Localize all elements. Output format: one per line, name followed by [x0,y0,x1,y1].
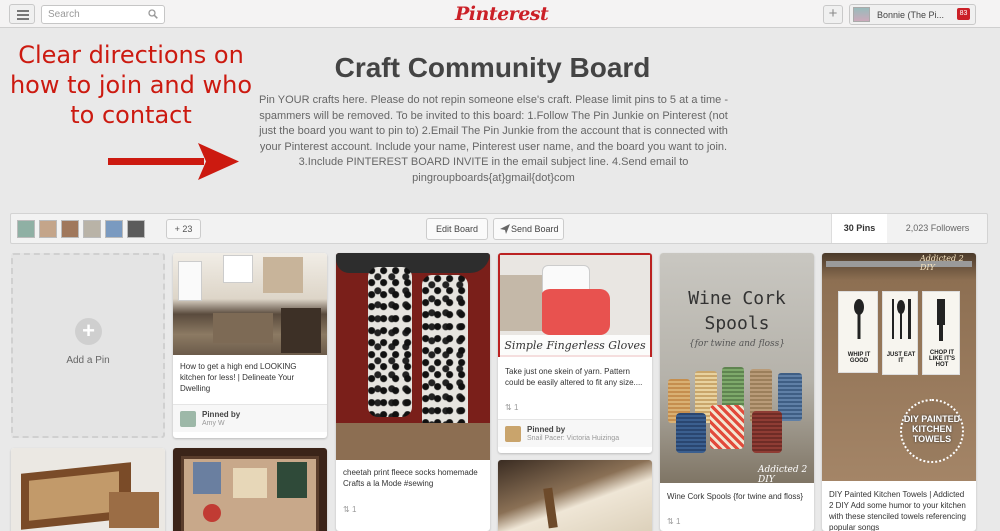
send-icon [500,224,510,234]
pin-image[interactable]: Wine Cork Spools {for twine and floss} A… [660,253,814,485]
pin-image-title: Wine Cork [688,288,786,309]
pinner-name[interactable]: Snail Pacer: Victoria Huizinga [527,435,619,442]
avatar[interactable] [127,220,145,238]
pin-card[interactable]: How to get a high end LOOKING kitchen fo… [173,253,327,438]
avatar[interactable] [505,426,521,442]
pin-image-caption: Simple Fingerless Gloves [500,335,650,357]
annotation-text: Clear directions on how to join and who … [6,40,256,130]
pin-image-stamp: DIY PAINTED KITCHEN TOWELS [900,399,964,463]
avatar[interactable] [105,220,123,238]
avatar[interactable] [39,220,57,238]
pin-image[interactable] [173,448,327,531]
avatar[interactable] [180,411,196,427]
repin-count: ⇅ 1 [505,403,518,412]
send-board-button[interactable]: Send Board [493,218,564,240]
pinner-name[interactable]: Amy W [202,420,225,427]
pin-image[interactable] [173,253,327,355]
search-icon[interactable] [148,9,158,19]
board-title: Craft Community Board [334,52,651,83]
pin-image[interactable]: Addicted 2 DIY WHIP IT GOOD JUST EAT IT … [822,253,976,481]
pin-description: Wine Cork Spools {for twine and floss} [667,492,804,501]
towel-text: WHIP IT GOOD [847,352,871,364]
collaborator-avatars [17,220,149,239]
notification-badge[interactable]: 83 [957,8,970,20]
menu-icon-line [17,18,29,20]
pin-image[interactable]: Simple Fingerless Gloves [498,253,652,357]
annotation-line: Clear directions on [18,41,244,69]
pin-description: Take just one skein of yarn. Pattern cou… [505,367,643,387]
pin-image[interactable] [11,448,165,531]
pin-card[interactable]: cheetah print fleece socks homemade Craf… [336,253,490,531]
avatar[interactable] [17,220,35,238]
pin-image-title: Spools [704,313,770,334]
repin-icon: ⇅ [505,403,514,412]
pin-image[interactable] [336,253,490,460]
avatar[interactable] [61,220,79,238]
pinterest-logo[interactable]: Pinterest [455,3,549,25]
towel-text: CHOP IT LIKE IT'S HOT [928,350,956,368]
menu-button[interactable] [9,4,35,24]
add-pin-card[interactable]: + Add a Pin [11,253,165,438]
pin-description: DIY Painted Kitchen Towels | Addicted 2 … [829,490,966,531]
send-board-label: Send Board [511,224,559,234]
plus-icon: + [828,5,838,22]
pin-description: cheetah print fleece socks homemade Craf… [343,468,478,488]
top-nav-bar: Search Pinterest + Bonnie (The Pi... 83 [0,0,1000,28]
pin-card[interactable] [173,448,327,531]
search-placeholder: Search [48,9,80,20]
pin-image[interactable] [498,460,652,531]
towel-text: JUST EAT IT [886,352,916,364]
pin-image-subtitle: {for twine and floss} [689,339,785,349]
repin-count-value: 1 [513,403,519,412]
repin-count: ⇅ 1 [667,517,680,526]
pinner-info[interactable]: Pinned by Amy W [173,404,327,432]
annotation-line: how to join and who [9,71,253,99]
repin-count: ⇅ 1 [343,505,356,514]
pin-card[interactable] [11,448,165,531]
repin-count-value: 1 [351,505,357,514]
pin-description: How to get a high end LOOKING kitchen fo… [180,362,297,393]
user-name: Bonnie (The Pi... [877,10,945,20]
annotation-arrow-icon [108,143,239,180]
pin-card[interactable]: Wine Cork Spools {for twine and floss} A… [660,253,814,531]
repin-icon: ⇅ [343,505,352,514]
pin-card[interactable]: Simple Fingerless Gloves Take just one s… [498,253,652,453]
pinner-info[interactable]: Pinned by Snail Pacer: Victoria Huizinga [498,419,652,447]
pin-card[interactable] [498,460,652,531]
add-pin-label: Add a Pin [66,355,110,366]
user-menu-button[interactable]: Bonnie (The Pi... 83 [849,4,976,25]
watermark: Addicted 2 DIY [920,254,964,272]
pin-card[interactable]: Addicted 2 DIY WHIP IT GOOD JUST EAT IT … [822,253,976,531]
tab-pins[interactable]: 30 Pins [831,214,887,243]
repin-count-value: 1 [675,517,681,526]
annotation-line: to contact [70,101,192,129]
more-collaborators-button[interactable]: + 23 [166,219,201,239]
pinned-by-label: Pinned by [202,410,241,419]
edit-board-button[interactable]: Edit Board [426,218,488,240]
menu-icon-line [17,14,29,16]
avatar [853,7,870,22]
avatar[interactable] [83,220,101,238]
watermark: Addicted 2 DIY [758,465,808,485]
tab-followers[interactable]: 2,023 Followers [887,214,988,243]
board-action-bar: + 23 Edit Board Send Board 30 Pins 2,023… [10,213,988,244]
board-description: Pin YOUR crafts here. Please do not repi… [258,94,728,184]
repin-icon: ⇅ [667,517,676,526]
plus-icon: + [75,318,102,345]
add-button[interactable]: + [823,5,843,24]
search-input[interactable]: Search [41,5,165,24]
menu-icon [17,10,29,12]
pinned-by-label: Pinned by [527,425,566,434]
